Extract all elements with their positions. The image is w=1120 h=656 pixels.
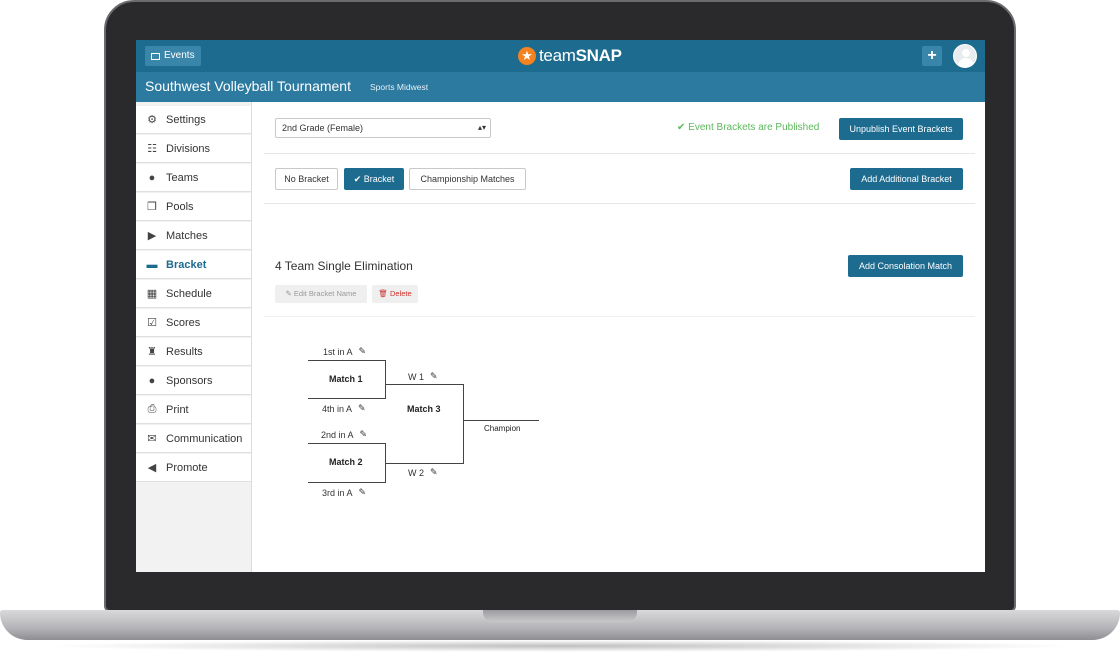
bracket-line xyxy=(463,384,464,464)
seed-slot: 4th in A ✎ xyxy=(322,403,366,414)
sidebar-item-divisions[interactable]: ☷ Divisions xyxy=(136,135,251,163)
copy-icon: ❐ xyxy=(147,201,157,213)
app-screen: Events ★ teamSNAP + Southwest Volleyball… xyxy=(136,40,985,572)
seed-slot: 1st in A ✎ xyxy=(323,346,366,357)
avatar-head xyxy=(962,49,970,57)
sidebar-item-label: Settings xyxy=(166,113,206,126)
bracket-diagram: 1st in A ✎ Match 1 4th in A ✎ 2nd in A ✎… xyxy=(252,102,985,572)
calendar-icon: ▦ xyxy=(146,288,158,300)
bracket-line xyxy=(463,420,539,421)
user-avatar[interactable] xyxy=(953,44,977,68)
sidebar-item-matches[interactable]: ▶ Matches xyxy=(136,222,251,250)
sidebar-item-sponsors[interactable]: ● Sponsors xyxy=(136,367,251,395)
seed-label: 2nd in A xyxy=(321,429,354,440)
bracket-line xyxy=(308,360,386,361)
logo-text: teamSNAP xyxy=(539,46,622,65)
top-navbar: Events ★ teamSNAP + xyxy=(136,40,985,72)
winner-slot: W 1 ✎ xyxy=(408,371,438,382)
sidebar-item-label: Sponsors xyxy=(166,374,213,387)
winner-slot: W 2 ✎ xyxy=(408,467,438,478)
sidebar-item-label: Communication xyxy=(166,432,243,445)
teamsnap-logo: ★ teamSNAP xyxy=(518,45,622,67)
sidebar-item-label: Bracket xyxy=(166,258,207,271)
bracket-line xyxy=(385,384,464,385)
users-icon: ● xyxy=(148,171,156,184)
bracket-icon: ▬ xyxy=(146,258,158,271)
event-organization: Sports Midwest xyxy=(370,82,429,92)
pencil-icon[interactable]: ✎ xyxy=(359,487,367,498)
sidebar-item-promote[interactable]: ◀ Promote xyxy=(136,454,251,482)
sidebar-item-label: Divisions xyxy=(166,142,211,155)
sitemap-icon: ☷ xyxy=(147,143,157,155)
sidebar-item-pools[interactable]: ❐ Pools xyxy=(136,193,251,221)
bracket-line xyxy=(385,360,386,399)
pencil-icon[interactable]: ✎ xyxy=(430,467,438,478)
sidebar-item-label: Matches xyxy=(166,229,208,242)
champion-label: Champion xyxy=(484,424,521,433)
sidebar-item-results[interactable]: ♜ Results xyxy=(136,338,251,366)
sidebar-item-print[interactable]: ⎙ Print xyxy=(136,396,251,424)
laptop-notch xyxy=(483,610,637,622)
event-title: Southwest Volleyball Tournament xyxy=(145,78,351,94)
star-icon: ★ xyxy=(518,47,536,65)
seed-label: 4th in A xyxy=(322,403,353,414)
seed-slot: 2nd in A ✎ xyxy=(321,429,367,440)
sidebar-item-label: Print xyxy=(166,403,189,416)
events-button-label: Events xyxy=(164,50,195,61)
pencil-icon[interactable]: ✎ xyxy=(430,371,438,382)
sidebar: ⚙ Settings ☷ Divisions ● Teams ❐ Pools ▶… xyxy=(136,102,252,572)
match-label: Match 3 xyxy=(407,404,441,414)
add-button[interactable]: + xyxy=(922,46,942,66)
users-icon: ● xyxy=(148,374,156,387)
events-button[interactable]: Events xyxy=(145,46,201,66)
winner-label: W 2 xyxy=(408,467,425,478)
comments-icon: ✉ xyxy=(147,433,157,445)
calendar-check-icon: ☑ xyxy=(147,317,157,329)
sidebar-item-label: Results xyxy=(166,345,203,358)
winner-label: W 1 xyxy=(408,371,425,382)
bracket-line xyxy=(308,443,386,444)
bracket-line xyxy=(385,463,464,464)
event-header: Southwest Volleyball Tournament Sports M… xyxy=(136,72,985,102)
bracket-line xyxy=(308,398,386,399)
sidebar-item-settings[interactable]: ⚙ Settings xyxy=(136,106,251,134)
pencil-icon[interactable]: ✎ xyxy=(359,346,367,357)
sidebar-item-label: Teams xyxy=(166,171,199,184)
trophy-icon: ♜ xyxy=(147,346,157,358)
seed-slot: 3rd in A ✎ xyxy=(322,487,366,498)
match-label: Match 2 xyxy=(329,457,363,467)
sidebar-item-schedule[interactable]: ▦ Schedule xyxy=(136,280,251,308)
laptop-mockup: Events ★ teamSNAP + Southwest Volleyball… xyxy=(0,0,1120,656)
play-icon: ▶ xyxy=(147,230,157,242)
avatar-body xyxy=(958,58,974,67)
gear-icon: ⚙ xyxy=(147,114,157,126)
sidebar-item-label: Scores xyxy=(166,316,201,329)
sidebar-item-label: Pools xyxy=(166,200,194,213)
print-icon: ⎙ xyxy=(147,403,157,415)
pencil-icon[interactable]: ✎ xyxy=(360,429,368,440)
seed-label: 1st in A xyxy=(323,346,353,357)
sidebar-item-label: Schedule xyxy=(166,287,212,300)
sidebar-item-teams[interactable]: ● Teams xyxy=(136,164,251,192)
sidebar-item-communication[interactable]: ✉ Communication xyxy=(136,425,251,453)
sidebar-item-bracket[interactable]: ▬ Bracket xyxy=(136,251,251,279)
bracket-line xyxy=(308,482,386,483)
seed-label: 3rd in A xyxy=(322,487,353,498)
pencil-icon[interactable]: ✎ xyxy=(358,403,366,414)
laptop-shadow xyxy=(40,640,1080,652)
match-label: Match 1 xyxy=(329,374,363,384)
sidebar-item-scores[interactable]: ☑ Scores xyxy=(136,309,251,337)
bullhorn-icon: ◀ xyxy=(147,462,157,474)
calendar-list-icon xyxy=(151,52,160,60)
sidebar-item-label: Promote xyxy=(166,461,208,474)
main-content: 2nd Grade (Female) ▴▾ ✔ Event Brackets a… xyxy=(252,102,985,572)
